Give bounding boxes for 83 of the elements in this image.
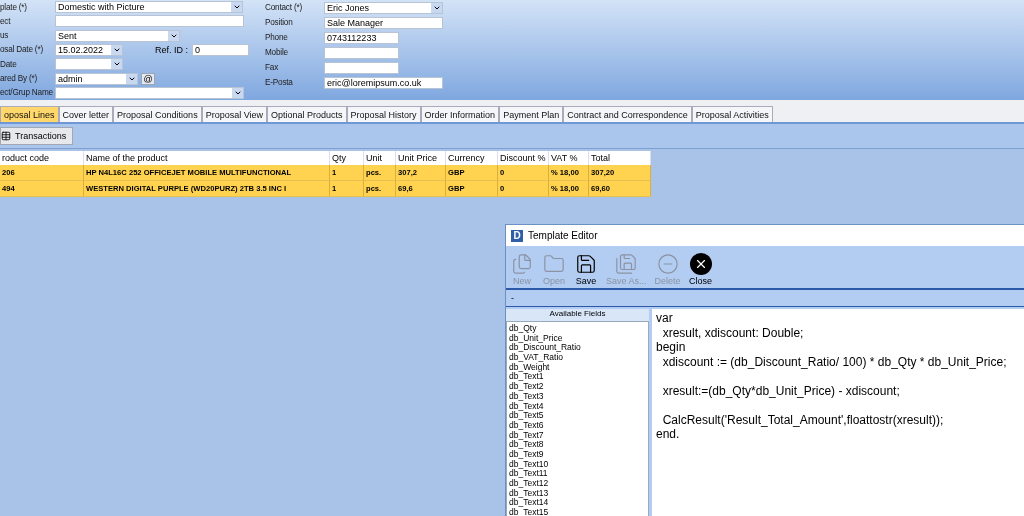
column-header: Total <box>589 151 651 165</box>
column-header: Unit Price <box>396 151 446 165</box>
list-item[interactable]: db_Text5 <box>509 411 646 421</box>
tab[interactable]: Proposal Conditions <box>113 106 202 122</box>
folder-icon <box>543 253 565 275</box>
list-item[interactable]: db_Text2 <box>509 382 646 392</box>
field-label: E-Posta <box>265 78 294 87</box>
close-icon <box>689 253 712 275</box>
tab[interactable]: Proposal History <box>346 106 421 122</box>
column-header: Discount % <box>498 151 549 165</box>
field-label: us <box>0 31 10 41</box>
input-field[interactable] <box>324 61 399 74</box>
field-label: osal Date (*) <box>0 45 44 55</box>
list-item[interactable]: db_Weight <box>509 362 646 373</box>
list-item[interactable]: db_Text4 <box>509 401 646 412</box>
column-header: Unit <box>364 151 396 165</box>
tab[interactable]: Proposal View <box>201 106 267 122</box>
field-label: ared By (*) <box>0 74 38 84</box>
input-field[interactable] <box>55 15 244 28</box>
list-item[interactable]: db_Text7 <box>509 430 646 441</box>
table-icon <box>1 131 11 141</box>
list-item[interactable]: db_Text12 <box>509 479 646 489</box>
window-title: Template Editor <box>528 230 598 241</box>
field-label: Contact (*) <box>265 3 303 12</box>
column-header: roduct code <box>0 151 84 165</box>
list-item[interactable]: db_Text14 <box>509 498 646 509</box>
column-header: Qty <box>330 151 364 165</box>
tab[interactable]: Proposal Activities <box>691 106 773 122</box>
close-button[interactable]: Close <box>686 253 715 286</box>
input-field[interactable] <box>324 46 399 59</box>
list-item[interactable]: db_Text15 <box>509 508 646 516</box>
list-item[interactable]: db_Text3 <box>509 391 646 402</box>
dropdown-field[interactable]: 15.02.2022 <box>55 44 123 56</box>
tab[interactable]: Order Information <box>420 106 500 122</box>
transactions-button[interactable]: Transactions <box>0 127 74 145</box>
list-item[interactable]: db_VAT_Ratio <box>509 353 646 363</box>
list-item[interactable]: db_Text11 <box>509 469 646 479</box>
column-header: Currency <box>446 151 498 165</box>
field-label: Mobile <box>265 48 289 57</box>
tab[interactable]: Optional Products <box>267 106 347 122</box>
input-field[interactable]: Sale Manager <box>324 16 443 29</box>
list-item[interactable]: db_Text10 <box>509 459 646 470</box>
app-logo: D <box>511 229 523 242</box>
list-item[interactable]: db_Text1 <box>509 372 646 383</box>
code-editor[interactable]: var xresult, xdiscount: Double; begin xdiscount := (db_Discount_Ratio/ 100) * db_Qty * db_Unit_Price; xresult:=(db_Qty*db_Unit_Price) - xdiscount; CalcResult('Result_Total_Amount',floattostr(xresult)); end. <box>652 309 1024 516</box>
dropdown-field[interactable]: Eric Jones <box>324 1 443 14</box>
documents-icon <box>511 253 533 275</box>
field-label: ect <box>0 16 12 26</box>
minus-circle-icon <box>656 253 679 275</box>
field-label: Position <box>265 18 294 27</box>
dropdown-arrow-icon <box>111 45 122 55</box>
path-text: - <box>506 290 1024 307</box>
field-label: ect/Grup Name <box>0 88 54 98</box>
column-header: VAT % <box>549 151 589 165</box>
tab[interactable]: oposal Lines <box>0 106 59 122</box>
dropdown-field[interactable]: Sent <box>55 29 180 42</box>
tab[interactable]: Contract and Correspondence <box>563 106 692 122</box>
dropdown-field[interactable] <box>55 86 244 99</box>
list-item[interactable]: db_Discount_Ratio <box>509 343 646 354</box>
list-header: Available Fields <box>506 309 649 321</box>
field-label: Fax <box>265 63 280 72</box>
list-item[interactable]: db_Text6 <box>509 420 646 431</box>
dropdown-field[interactable] <box>55 58 123 71</box>
input-field[interactable]: 0 <box>192 44 249 56</box>
field-label: Date <box>0 59 18 69</box>
dropdown-field[interactable]: admin <box>55 72 138 85</box>
list-item[interactable]: db_Qty <box>509 324 646 334</box>
field-label: plate (*) <box>0 2 28 12</box>
email-button[interactable]: @ <box>141 72 155 85</box>
floppy-disk-icon <box>615 253 638 275</box>
field-label: Ref. ID : <box>155 45 188 55</box>
field-label: Phone <box>265 33 289 42</box>
list-item[interactable]: db_Text9 <box>509 449 646 460</box>
tab[interactable]: Payment Plan <box>499 106 564 122</box>
save-button[interactable]: Save <box>572 253 600 286</box>
dropdown-field[interactable]: Domestic with Picture <box>55 1 243 14</box>
column-header: Name of the product <box>84 151 330 165</box>
list-item[interactable]: db_Unit_Price <box>509 333 646 344</box>
input-field[interactable]: 0743112233 <box>324 31 399 44</box>
list-item[interactable]: db_Text8 <box>509 440 646 450</box>
list-item[interactable]: db_Text13 <box>509 488 646 499</box>
input-field[interactable]: eric@loremipsum.co.uk <box>324 76 443 89</box>
tab[interactable]: Cover letter <box>58 106 114 122</box>
